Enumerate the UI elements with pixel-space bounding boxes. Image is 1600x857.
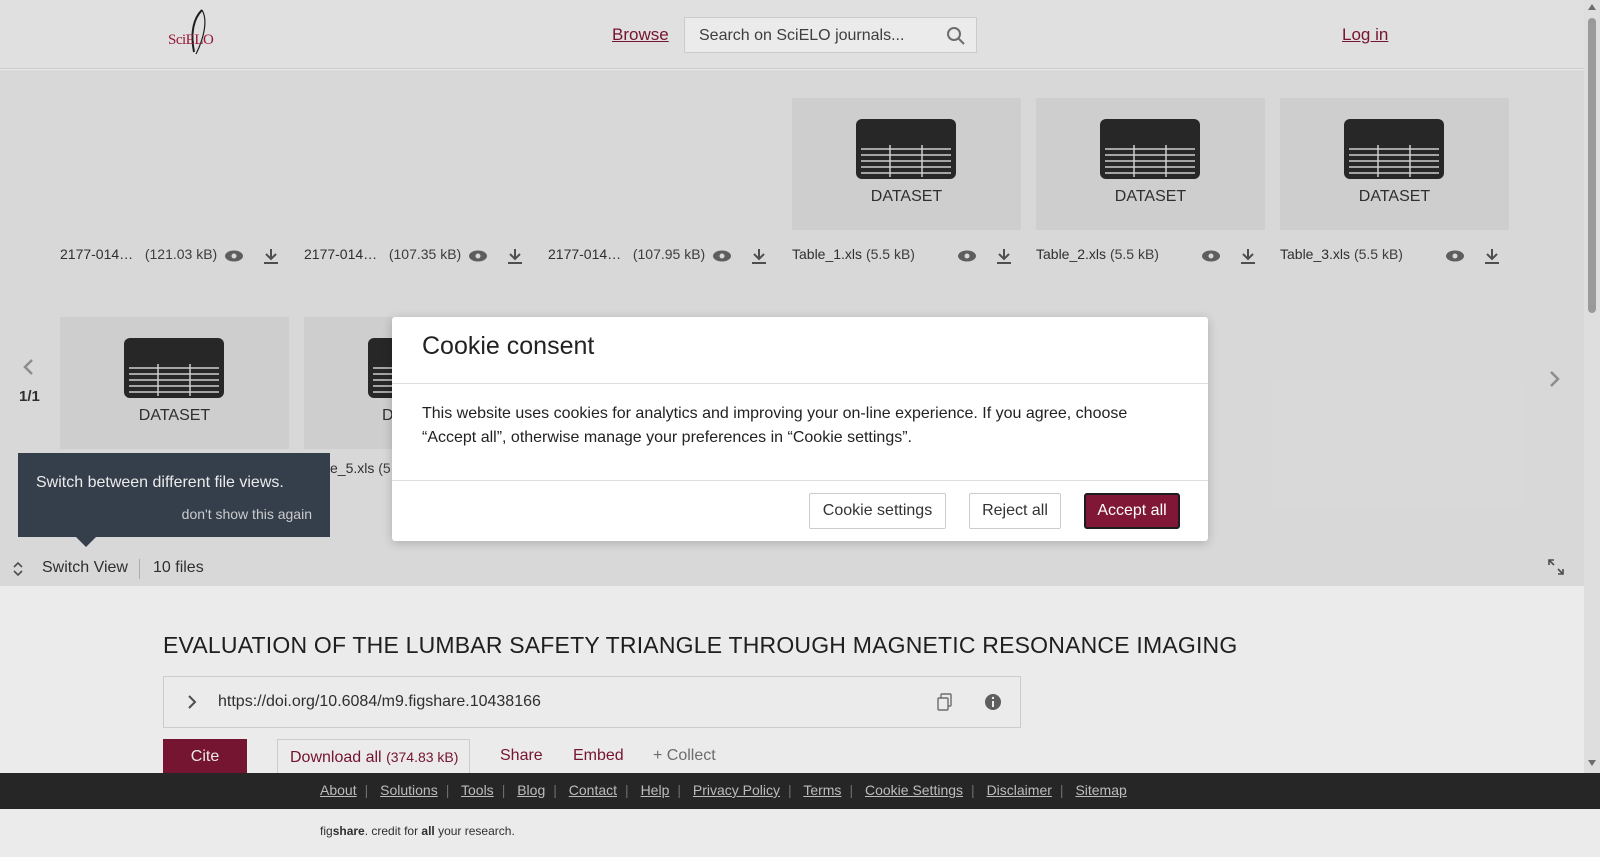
divider [392, 480, 1208, 481]
reject-all-button[interactable]: Reject all [969, 493, 1061, 529]
dialog-body: This website uses cookies for analytics … [422, 405, 1128, 446]
cookie-settings-button[interactable]: Cookie settings [809, 493, 946, 529]
divider [392, 383, 1208, 384]
dialog-title: Cookie consent [422, 332, 595, 360]
accept-all-button[interactable]: Accept all [1084, 493, 1180, 529]
modal-overlay: Cookie consent This website uses cookies… [0, 0, 1600, 857]
cookie-consent-dialog: Cookie consent This website uses cookies… [392, 317, 1208, 541]
